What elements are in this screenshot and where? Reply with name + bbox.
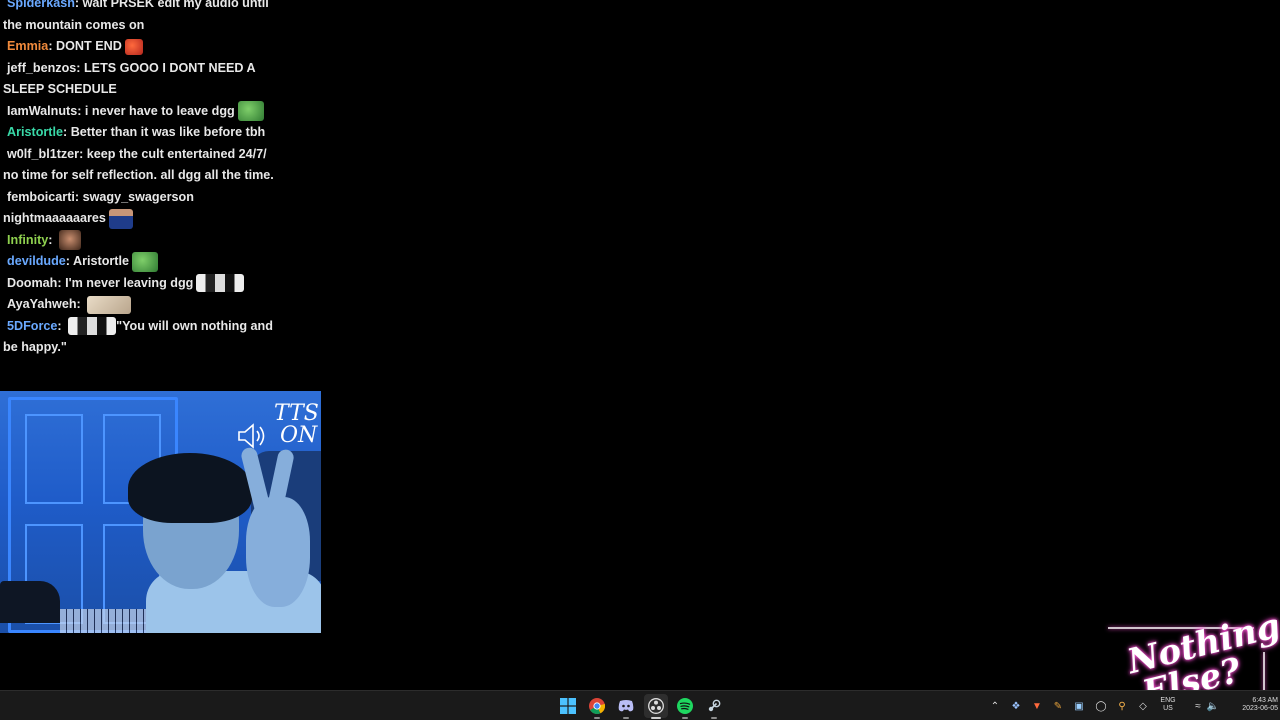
chat-separator: : [48,232,56,247]
wifi-icon[interactable]: ≈ [1192,700,1204,712]
chat-username[interactable]: w0lf_bl1tzer [7,147,79,161]
chat-username[interactable]: Emmia [7,39,48,53]
chat-separator: : [62,125,71,139]
chat-username[interactable]: femboicarti [7,190,75,204]
chat-message: w0lf_bl1tzer: keep the cult entertained … [3,144,285,187]
chat-separator: : [74,0,83,10]
spotify-icon [677,698,693,714]
search-tray-icon[interactable]: ⚲ [1116,700,1128,712]
steam-tray-icon[interactable]: ❖ [1010,700,1022,712]
speaker-icon [238,423,265,449]
keyboard [60,609,150,633]
taskbar: ⌃ ❖ ▼ ✎ ▣ ◯ ⚲ ◇ ENG US ≈ 🔈 6:43 AM 2023-… [0,690,1280,720]
microphone [0,581,60,623]
windows-icon [560,698,576,714]
tts-indicator: TTS ON [236,401,319,455]
chat-message: Spiderkash: wait PRSEK edit my audio unt… [3,0,285,36]
chat-separator: : [65,254,74,268]
bw-face-emote [68,317,117,336]
region-code: US [1163,705,1173,712]
chat-message: femboicarti: swagy_swagerson nightmaaaaa… [3,187,285,230]
discord-icon [618,700,634,712]
chat-username[interactable]: Infinity [7,233,48,247]
chat-username[interactable]: IamWalnuts [7,104,77,118]
chat-message: Infinity: [3,230,285,252]
chat-separator: : [79,146,87,161]
language-indicator[interactable]: ENG US [1156,697,1180,713]
clock[interactable]: 6:43 AM 2023-06-05 [1228,697,1278,713]
chat-username[interactable]: Spiderkash [7,0,75,10]
chat-message: IamWalnuts: i never have to leave dgg [3,101,285,123]
chat-text: i never have to leave dgg [84,103,235,118]
chat-username[interactable]: Aristortle [7,125,63,139]
chat-text: Aristortle [73,254,129,268]
streamer-hair [128,453,252,523]
obs-button[interactable] [644,694,668,719]
app-tray-icon[interactable]: ✎ [1052,700,1064,712]
peace-sign-hand [239,446,310,607]
brave-tray-icon[interactable]: ▼ [1031,700,1043,712]
chat-separator: : [77,103,85,118]
chat-text: I'm never leaving dgg [65,275,194,290]
bw-face-emote [196,274,245,293]
chat-separator: : [74,189,83,204]
chat-text: Better than it was like before tbh [70,125,266,139]
chat-username[interactable]: 5DForce [7,319,57,333]
chat-separator: : [57,275,66,290]
chrome-button[interactable] [585,694,609,719]
beige-emote [87,295,132,314]
clock-time: 6:43 AM [1252,697,1278,704]
obs-icon [648,698,664,714]
steam-button[interactable] [702,694,726,719]
chat-panel: Spiderkash: wait PRSEK edit my audio unt… [3,0,285,359]
chat-message: AyaYahweh: [3,294,285,316]
discord-button[interactable] [614,694,638,719]
chat-separator: : [57,318,66,333]
chat-separator: : [76,297,85,311]
chat-separator: : [76,60,84,75]
volume-icon[interactable]: 🔈 [1207,700,1219,712]
chat-message: Aristortle: Better than it was like befo… [3,122,285,144]
chevron-up-icon[interactable]: ⌃ [989,700,1001,712]
chat-message: Doomah: I'm never leaving dgg [3,273,285,295]
chat-separator: : [48,39,57,53]
clock-date: 2023-06-05 [1242,705,1278,712]
chat-message: devildude: Aristortle [3,251,285,273]
tts-label: TTS [274,401,319,426]
obs-tray-icon[interactable]: ◯ [1095,700,1107,712]
chat-message: Emmia: DONT END [3,36,285,58]
chat-username[interactable]: jeff_benzos [7,61,76,75]
webcam-feed: TTS ON [0,391,321,633]
spotify-button[interactable] [673,694,697,719]
chat-text: DONT END [56,39,122,53]
window-tray-icon[interactable]: ▣ [1073,700,1085,712]
steam-icon [708,699,721,712]
pepe-emote [237,101,264,122]
person-emote [108,208,133,229]
chat-username[interactable]: AyaYahweh [7,297,77,311]
chat-username[interactable]: devildude [7,254,66,268]
language-code: ENG [1160,697,1176,704]
chat-username[interactable]: Doomah [7,276,57,290]
face-emote [58,230,81,251]
pepe-angry-emote [124,38,143,55]
chat-message: 5DForce: "You will own nothing and be ha… [3,316,285,359]
start-button[interactable] [556,694,580,718]
pepe-emote [132,251,158,272]
chat-message: jeff_benzos: LETS GOOO I DONT NEED A SLE… [3,58,285,101]
tts-status: ON [280,423,318,448]
chrome-icon [589,698,605,714]
network-tray-icon[interactable]: ◇ [1137,700,1149,712]
